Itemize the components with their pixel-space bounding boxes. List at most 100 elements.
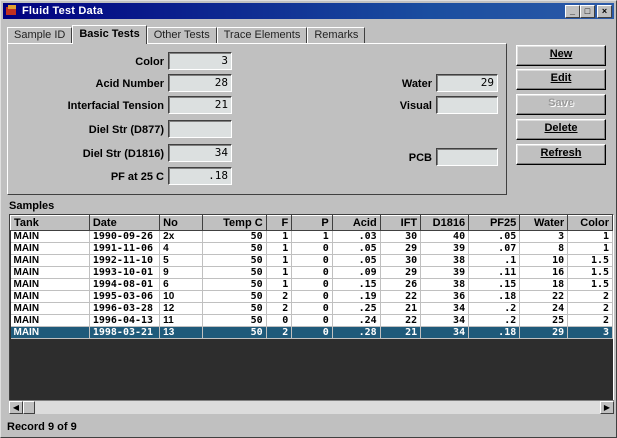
- table-cell: 30: [380, 230, 422, 243]
- table-cell: 50: [202, 302, 267, 315]
- tab-trace-elements[interactable]: Trace Elements: [216, 27, 308, 44]
- maximize-button[interactable]: □: [580, 4, 595, 18]
- column-header[interactable]: Acid: [331, 215, 381, 231]
- table-cell: .25: [332, 302, 381, 315]
- column-header[interactable]: Water: [519, 215, 569, 231]
- table-row[interactable]: MAIN 1995-03-06 10 50 2 0.19 22 36.18 22 2: [10, 290, 613, 303]
- table-cell: 36: [420, 290, 470, 303]
- samples-grid[interactable]: Tank Date No Temp C F P Acid IFT D1816 PF25 Water C…: [9, 214, 614, 410]
- tab-remarks[interactable]: Remarks: [307, 27, 366, 44]
- table-cell: .2: [468, 314, 521, 327]
- scroll-right-icon[interactable]: ▶: [600, 401, 614, 414]
- water-field[interactable]: 29: [436, 74, 498, 92]
- table-cell: MAIN: [10, 242, 90, 255]
- table-cell: 22: [380, 290, 422, 303]
- table-cell: 21: [380, 326, 422, 339]
- table-cell: 1: [567, 230, 613, 243]
- table-cell: 1994-08-01: [89, 278, 161, 291]
- visual-label: Visual: [399, 100, 432, 112]
- table-cell: MAIN: [10, 266, 90, 279]
- scroll-left-icon[interactable]: ◀: [9, 401, 23, 414]
- column-header[interactable]: No: [159, 215, 203, 231]
- diel-d1816-field[interactable]: 34: [168, 144, 232, 162]
- table-cell: 1.5: [567, 266, 613, 279]
- diel-d877-field[interactable]: [168, 120, 232, 138]
- column-header[interactable]: Color: [567, 215, 613, 231]
- column-header[interactable]: Date: [88, 215, 161, 231]
- table-cell: 3: [567, 326, 613, 339]
- samples-table: Tank Date No Temp C F P Acid IFT D1816 PF25 Water C…: [10, 215, 613, 339]
- horizontal-scrollbar[interactable]: ◀ ▶: [9, 400, 614, 414]
- column-header[interactable]: P: [291, 215, 333, 231]
- tab-other-tests[interactable]: Other Tests: [146, 27, 217, 44]
- column-header[interactable]: D1816: [420, 215, 470, 231]
- table-cell: 1.5: [567, 254, 613, 267]
- table-cell: 2: [266, 326, 293, 339]
- table-cell: .11: [468, 266, 521, 279]
- table-cell: .09: [332, 266, 381, 279]
- table-cell: 0: [291, 266, 333, 279]
- interfacial-tension-label: Interfacial Tension: [67, 100, 164, 112]
- table-cell: 5: [159, 254, 203, 267]
- table-cell: MAIN: [10, 326, 90, 339]
- table-cell: 2: [266, 302, 293, 315]
- visual-field[interactable]: [436, 96, 498, 114]
- table-row[interactable]: MAIN 1998-03-21 13 50 2 0.28 21 34.18 29 3: [10, 326, 613, 339]
- table-cell: .18: [468, 326, 521, 339]
- table-row[interactable]: MAIN 1992-11-10 5 50 1 0.05 30 38.1 10 1.5: [10, 254, 613, 267]
- tab-sample-id[interactable]: Sample ID: [7, 27, 73, 44]
- table-row[interactable]: MAIN 1996-04-13 11 50 0 0.24 22 34.2 25 2: [10, 314, 613, 327]
- table-cell: 10: [159, 290, 203, 303]
- column-header[interactable]: Tank: [10, 215, 90, 231]
- table-cell: 50: [202, 242, 267, 255]
- acid-number-field[interactable]: 28: [168, 74, 232, 92]
- table-cell: 2: [567, 314, 613, 327]
- color-field[interactable]: 3: [168, 52, 232, 70]
- new-button[interactable]: New: [516, 45, 606, 66]
- table-cell: 2: [567, 290, 613, 303]
- save-button[interactable]: Save: [516, 94, 606, 115]
- close-button[interactable]: ×: [597, 4, 612, 18]
- scroll-thumb[interactable]: [23, 401, 35, 414]
- title-bar[interactable]: Fluid Test Data _ □ ×: [3, 3, 614, 19]
- table-cell: .05: [332, 254, 381, 267]
- table-cell: MAIN: [10, 314, 90, 327]
- table-row[interactable]: MAIN 1991-11-06 4 50 1 0.05 29 39.07 8 1: [10, 242, 613, 255]
- table-cell: 18: [519, 278, 569, 291]
- table-row[interactable]: MAIN 1993-10-01 9 50 1 0.09 29 39.11 16 1.5: [10, 266, 613, 279]
- table-cell: 13: [159, 326, 203, 339]
- table-cell: .03: [332, 230, 381, 243]
- table-cell: .1: [468, 254, 521, 267]
- table-cell: 50: [202, 290, 267, 303]
- pcb-field[interactable]: [436, 148, 498, 166]
- table-row[interactable]: MAIN 1996-03-28 12 50 2 0.25 21 34.2 24 2: [10, 302, 613, 315]
- table-cell: MAIN: [10, 230, 90, 243]
- table-cell: MAIN: [10, 254, 90, 267]
- edit-button[interactable]: Edit: [516, 69, 606, 90]
- table-cell: 1996-03-28: [89, 302, 161, 315]
- column-header[interactable]: F: [265, 215, 293, 231]
- table-cell: 8: [519, 242, 569, 255]
- pf25-field[interactable]: .18: [168, 167, 232, 185]
- tab-basic-tests[interactable]: Basic Tests: [72, 25, 147, 44]
- table-cell: 50: [202, 326, 267, 339]
- column-header[interactable]: IFT: [379, 215, 422, 231]
- table-row[interactable]: MAIN 1994-08-01 6 50 1 0.15 26 38.15 18 1.5: [10, 278, 613, 291]
- table-cell: 1992-11-10: [89, 254, 161, 267]
- column-header[interactable]: Temp C: [201, 215, 267, 231]
- table-cell: 1995-03-06: [89, 290, 161, 303]
- column-header[interactable]: PF25: [468, 215, 521, 231]
- table-cell: 0: [291, 326, 333, 339]
- table-header-row: Tank Date No Temp C F P Acid IFT D1816 PF25 Water C…: [10, 215, 613, 231]
- table-cell: 1991-11-06: [89, 242, 161, 255]
- refresh-button[interactable]: Refresh: [516, 144, 606, 165]
- minimize-button[interactable]: _: [565, 4, 580, 18]
- table-cell: MAIN: [10, 302, 90, 315]
- interfacial-tension-field[interactable]: 21: [168, 96, 232, 114]
- table-cell: 1: [567, 242, 613, 255]
- table-cell: 2: [266, 290, 293, 303]
- table-cell: .2: [468, 302, 521, 315]
- delete-button[interactable]: Delete: [516, 119, 606, 140]
- pcb-label: PCB: [408, 152, 432, 164]
- table-row[interactable]: MAIN 1990-09-26 2x 50 1 1.03 30 40.05 3 1: [10, 230, 613, 243]
